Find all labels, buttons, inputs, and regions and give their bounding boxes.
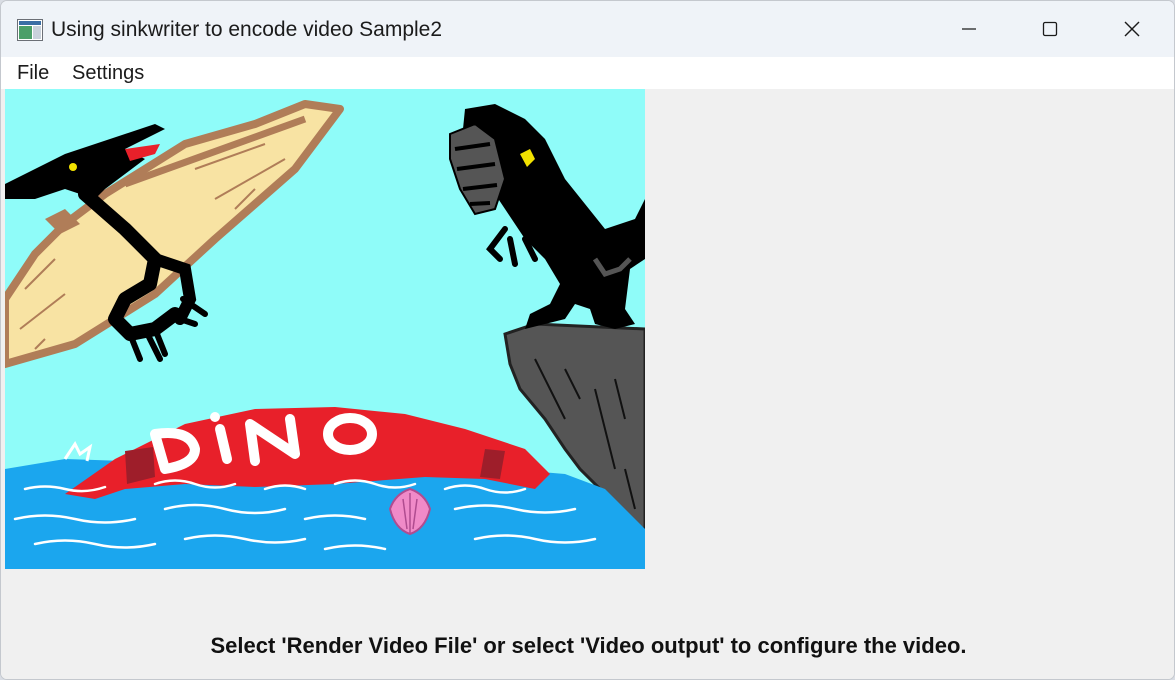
status-message: Select 'Render Video File' or select 'Vi… xyxy=(210,633,967,658)
menu-file[interactable]: File xyxy=(17,62,49,85)
menu-bar: File Settings xyxy=(1,57,1174,89)
menu-settings[interactable]: Settings xyxy=(72,62,144,85)
dino-drawing xyxy=(5,89,645,569)
close-icon xyxy=(1124,21,1140,37)
video-preview xyxy=(5,89,645,569)
maximize-icon xyxy=(1042,21,1058,37)
title-bar[interactable]: Using sinkwriter to encode video Sample2 xyxy=(1,1,1174,57)
video-sample-app-icon xyxy=(17,19,43,41)
minimize-icon xyxy=(962,28,976,30)
window-title: Using sinkwriter to encode video Sample2 xyxy=(51,18,443,41)
app-window: Using sinkwriter to encode video Sample2… xyxy=(0,0,1175,680)
client-area: Select 'Render Video File' or select 'Vi… xyxy=(1,89,1174,679)
close-button[interactable] xyxy=(1091,1,1173,57)
minimize-button[interactable] xyxy=(928,1,1010,57)
maximize-button[interactable] xyxy=(1009,1,1091,57)
